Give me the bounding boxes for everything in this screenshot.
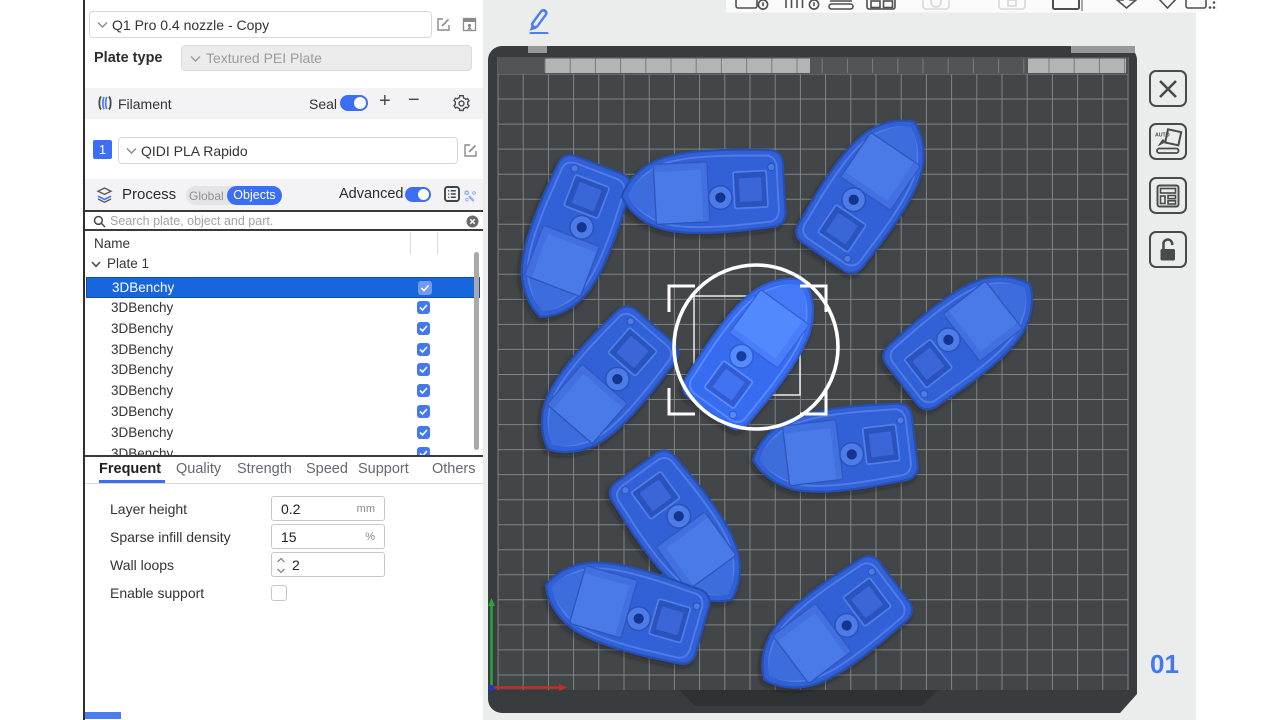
svg-text:AUTO: AUTO <box>1155 133 1170 139</box>
